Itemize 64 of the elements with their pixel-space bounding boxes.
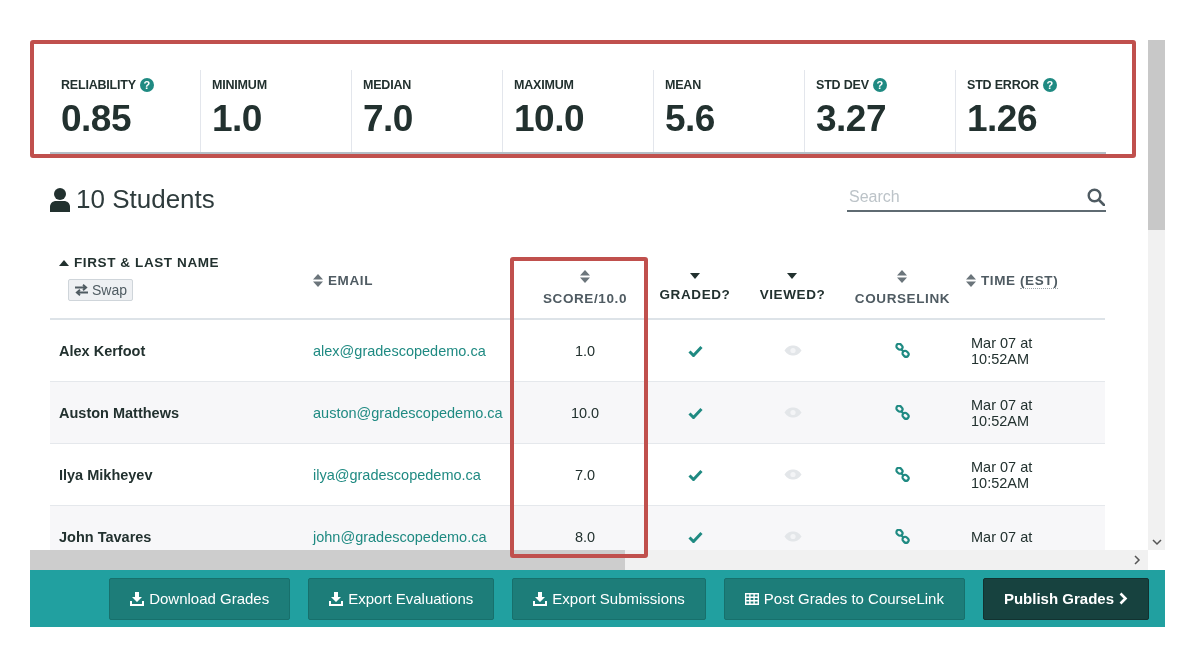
stat-value: 7.0 (363, 98, 414, 140)
download-icon (329, 591, 344, 606)
search-icon (1087, 187, 1105, 206)
student-name: Auston Matthews (59, 404, 180, 421)
action-button[interactable]: Export Evaluations (308, 577, 495, 620)
swap-arrows-icon (74, 284, 89, 296)
stat-label: MEDIAN (363, 78, 412, 92)
action-button[interactable]: Export Submissions (512, 577, 706, 620)
link-icon[interactable] (895, 467, 910, 482)
email-link[interactable]: ilya@gradescopedemo.ca (313, 466, 481, 483)
vertical-scrollbar[interactable] (1148, 40, 1165, 550)
stat-value: 1.0 (212, 98, 263, 140)
chevron-right-icon (1119, 592, 1128, 605)
email-link[interactable]: alex@gradescopedemo.ca (313, 342, 486, 359)
person-icon (50, 187, 70, 212)
email-link[interactable]: john@gradescopedemo.ca (313, 528, 487, 545)
timestamp: Mar 07 at 10:52AM (971, 396, 1034, 429)
stat-label: MAXIMUM (514, 78, 574, 92)
column-header[interactable]: FIRST & LAST NAME (59, 255, 220, 270)
help-icon[interactable]: ? (872, 78, 887, 92)
stat-label: MEAN (665, 78, 701, 92)
action-button[interactable]: Download Grades (109, 577, 291, 620)
link-icon[interactable] (895, 529, 910, 544)
column-header[interactable]: TIME (EST) (966, 273, 1105, 288)
column-header[interactable]: EMAIL (313, 273, 520, 288)
student-name: John Tavares (59, 528, 152, 545)
link-icon[interactable] (895, 405, 910, 420)
timestamp: Mar 07 at (971, 528, 1034, 545)
stat-label: RELIABILITY (61, 78, 136, 92)
stat-value: 5.6 (665, 98, 716, 140)
score-value: 7.0 (574, 466, 596, 483)
link-icon[interactable] (895, 343, 910, 358)
score-value: 8.0 (574, 528, 596, 545)
student-name: Alex Kerfoot (59, 342, 146, 359)
action-button[interactable]: Post Grades to CourseLink (723, 577, 965, 620)
column-header[interactable]: SCORE/10.0 (542, 269, 627, 306)
stat-label: STD DEV (816, 78, 869, 92)
stat-value: 0.85 (61, 98, 132, 140)
column-header[interactable]: COURSELINK (854, 269, 951, 306)
students-count: 10 Students (76, 184, 215, 215)
chevron-down-icon[interactable] (1151, 539, 1162, 546)
action-button[interactable]: Publish Grades (982, 577, 1149, 620)
column-header[interactable]: VIEWED? (759, 273, 826, 302)
swap-button[interactable]: Swap (68, 279, 134, 301)
search-field[interactable]: Search (847, 187, 1106, 212)
help-icon[interactable]: ? (139, 78, 154, 92)
help-icon[interactable]: ? (1042, 78, 1057, 92)
stat-label: STD ERROR (967, 78, 1039, 92)
timestamp: Mar 07 at 10:52AM (971, 458, 1034, 491)
stat-label: MINIMUM (212, 78, 267, 92)
table-icon (744, 592, 759, 605)
download-icon (130, 591, 145, 606)
chevron-right-icon[interactable] (1134, 555, 1141, 565)
stat-value: 10.0 (514, 98, 585, 140)
download-icon (533, 591, 548, 606)
stat-value: 3.27 (816, 98, 887, 140)
column-header[interactable]: GRADED? (659, 273, 731, 302)
score-value: 10.0 (570, 404, 600, 421)
score-value: 1.0 (574, 342, 596, 359)
timestamp: Mar 07 at 10:52AM (971, 334, 1034, 367)
stat-value: 1.26 (967, 98, 1038, 140)
email-link[interactable]: auston@gradescopedemo.ca (313, 404, 503, 421)
student-name: Ilya Mikheyev (59, 466, 153, 483)
horizontal-scrollbar[interactable] (30, 550, 1148, 570)
